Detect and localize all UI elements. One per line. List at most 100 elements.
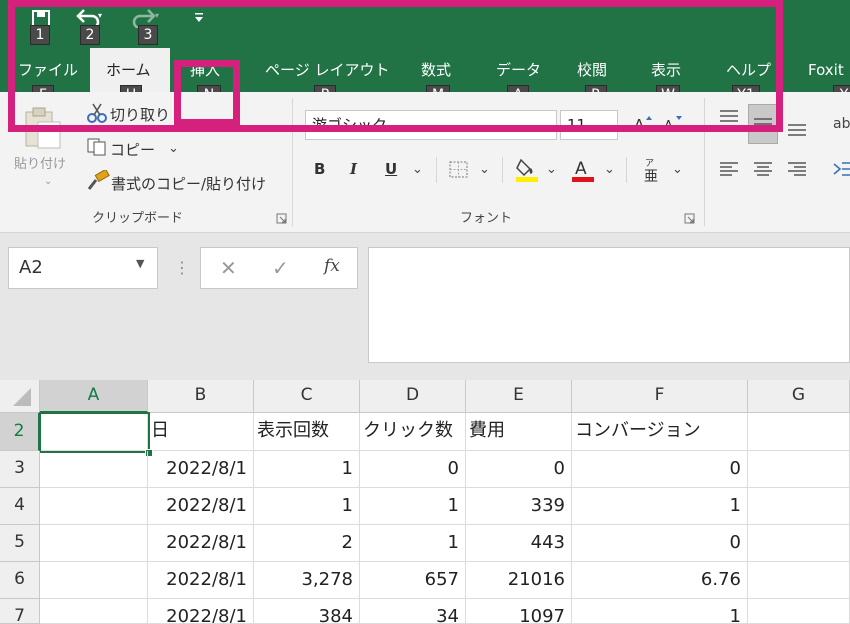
bold-button[interactable]: B	[314, 160, 325, 178]
table-cell[interactable]: クリック数	[360, 413, 466, 451]
table-cell[interactable]: 0	[572, 525, 748, 562]
align-center-icon[interactable]	[752, 160, 774, 182]
table-cell[interactable]: 339	[466, 488, 572, 525]
paste-button-label[interactable]: 貼り付け	[14, 153, 66, 172]
table-cell[interactable]: 1	[360, 488, 466, 525]
copy-button[interactable]: コピー	[110, 139, 155, 160]
table-cell[interactable]: 1	[572, 599, 748, 624]
copy-dropdown-icon[interactable]: ⌄	[168, 141, 179, 156]
table-cell[interactable]	[748, 599, 850, 624]
active-cell-border	[39, 412, 150, 453]
row-header[interactable]: 7	[0, 599, 40, 624]
table-cell[interactable]: 日	[148, 413, 254, 451]
table-cell[interactable]	[40, 599, 148, 624]
table-cell[interactable]	[748, 413, 850, 451]
table-cell[interactable]: 2022/8/1	[148, 525, 254, 562]
clipboard-launcher-icon[interactable]	[276, 209, 287, 228]
column-header[interactable]: G	[748, 380, 850, 413]
insert-function-icon[interactable]: fx	[324, 256, 340, 276]
table-cell[interactable]	[748, 451, 850, 488]
table-cell[interactable]: 表示回数	[254, 413, 360, 451]
font-divider-3	[626, 157, 627, 183]
format-painter-button[interactable]: 書式のコピー/貼り付け	[111, 173, 266, 194]
table-cell[interactable]: 6.76	[572, 562, 748, 599]
highlight-box-insert-tab	[174, 60, 240, 126]
table-cell[interactable]: 2022/8/1	[148, 451, 254, 488]
font-launcher-icon[interactable]	[684, 209, 695, 228]
select-all-corner[interactable]	[0, 380, 40, 413]
format-painter-icon[interactable]	[86, 168, 110, 196]
font-divider-2	[502, 157, 503, 183]
table-cell[interactable]	[748, 488, 850, 525]
table-cell[interactable]: 2022/8/1	[148, 488, 254, 525]
font-color-dropdown-icon[interactable]: ⌄	[604, 162, 615, 177]
orientation-icon[interactable]: ab	[832, 112, 850, 138]
copy-icon[interactable]	[86, 137, 108, 161]
table-cell[interactable]: 2	[254, 525, 360, 562]
svg-text:A: A	[575, 159, 587, 179]
table-cell[interactable]	[748, 525, 850, 562]
table-cell[interactable]	[40, 525, 148, 562]
paste-dropdown-icon[interactable]: ⌄	[44, 176, 52, 187]
row-header[interactable]: 5	[0, 525, 40, 562]
highlight-box-ribbon	[8, 0, 783, 132]
table-cell[interactable]: 1097	[466, 599, 572, 624]
font-color-icon[interactable]: A	[570, 156, 596, 188]
table-cell[interactable]: 657	[360, 562, 466, 599]
row-header[interactable]: 3	[0, 451, 40, 488]
fill-color-icon[interactable]	[514, 156, 540, 188]
cancel-entry-icon[interactable]: ✕	[220, 256, 237, 280]
table-cell[interactable]: 2022/8/1	[148, 599, 254, 624]
tab-foxit[interactable]: Foxit	[808, 60, 844, 80]
row-header[interactable]: 2	[0, 413, 40, 451]
table-cell[interactable]: 費用	[466, 413, 572, 451]
table-cell[interactable]: 0	[572, 451, 748, 488]
row-header[interactable]: 6	[0, 562, 40, 599]
table-cell[interactable]: 0	[466, 451, 572, 488]
table-cell[interactable]	[40, 562, 148, 599]
borders-dropdown-icon[interactable]: ⌄	[479, 162, 490, 177]
table-cell[interactable]: 2022/8/1	[148, 562, 254, 599]
column-header[interactable]: C	[254, 380, 360, 413]
column-header[interactable]: A	[40, 380, 148, 413]
phonetic-guide-icon[interactable]: ア亜	[642, 156, 664, 188]
phonetic-dropdown-icon[interactable]: ⌄	[672, 162, 683, 177]
table-cell[interactable]: 1	[360, 525, 466, 562]
svg-text:ab: ab	[833, 116, 850, 132]
table-cell[interactable]: 1	[572, 488, 748, 525]
column-header[interactable]: F	[572, 380, 748, 413]
column-header[interactable]: B	[148, 380, 254, 413]
fill-color-dropdown-icon[interactable]: ⌄	[546, 162, 557, 177]
font-group-label: フォント	[460, 211, 513, 226]
underline-button[interactable]: U	[385, 160, 397, 178]
underline-dropdown-icon[interactable]: ⌄	[412, 162, 423, 177]
table-cell[interactable]: 34	[360, 599, 466, 624]
table-cell[interactable]	[40, 451, 148, 488]
table-cell[interactable]: 3,278	[254, 562, 360, 599]
table-cell[interactable]	[40, 488, 148, 525]
svg-text:亜: 亜	[644, 169, 658, 184]
row-header[interactable]: 4	[0, 488, 40, 525]
borders-icon[interactable]	[448, 160, 470, 184]
column-header[interactable]: E	[466, 380, 572, 413]
align-left-icon[interactable]	[718, 160, 740, 182]
table-cell[interactable]: 1	[254, 451, 360, 488]
svg-text:ア: ア	[645, 159, 654, 169]
table-cell[interactable]	[748, 562, 850, 599]
column-header[interactable]: D	[360, 380, 466, 413]
table-cell[interactable]: 1	[254, 488, 360, 525]
clipboard-group-label: クリップボード	[92, 211, 184, 226]
table-cell[interactable]: コンバージョン	[572, 413, 748, 451]
indent-icon[interactable]	[832, 160, 850, 182]
table-cell[interactable]: 443	[466, 525, 572, 562]
formula-input[interactable]	[368, 247, 850, 363]
align-bottom-icon[interactable]	[786, 122, 808, 142]
italic-button[interactable]: I	[350, 160, 357, 178]
align-right-icon[interactable]	[786, 160, 808, 182]
table-cell[interactable]: 0	[360, 451, 466, 488]
font-divider	[436, 157, 437, 183]
table-cell[interactable]: 384	[254, 599, 360, 624]
confirm-entry-icon[interactable]: ✓	[272, 256, 289, 280]
table-cell[interactable]: 21016	[466, 562, 572, 599]
name-box-dropdown-icon[interactable]: ▼	[136, 257, 144, 270]
